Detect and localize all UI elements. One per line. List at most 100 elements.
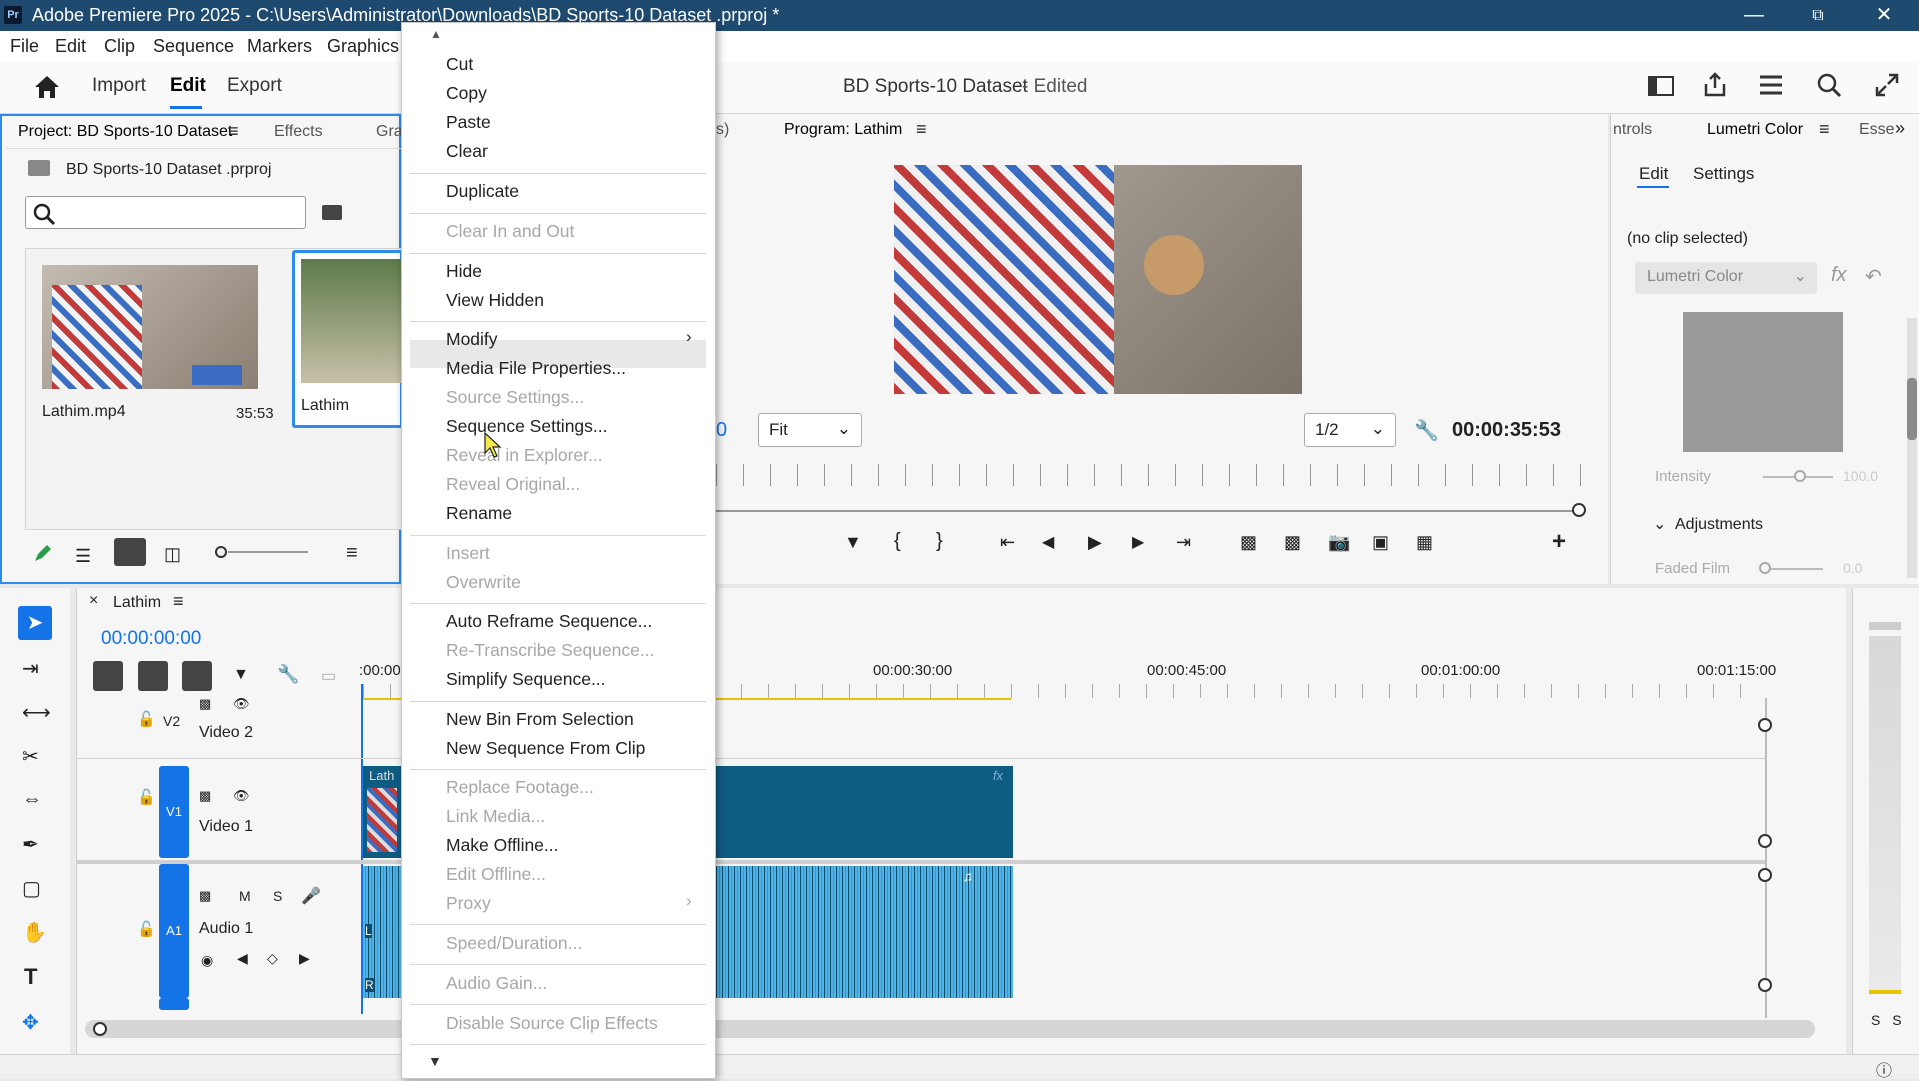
scroll-handle[interactable]: [1758, 834, 1772, 848]
tab-lumetri-color[interactable]: Lumetri Color: [1707, 121, 1803, 139]
menu-item-modify[interactable]: Modify: [446, 329, 498, 350]
menu-item-copy[interactable]: Copy: [446, 83, 487, 104]
close-sequence-icon[interactable]: ×: [89, 592, 98, 610]
razor-tool-icon[interactable]: ✂: [22, 744, 39, 769]
menu-item-sequence-settings[interactable]: Sequence Settings...: [446, 416, 608, 437]
mute-button[interactable]: M: [239, 888, 251, 904]
program-video-frame[interactable]: [894, 165, 1302, 394]
freeform-view-icon[interactable]: ◫: [164, 544, 181, 565]
snap-icon[interactable]: [138, 661, 168, 691]
lift-icon[interactable]: ▩: [1240, 532, 1257, 553]
previous-keyframe-icon[interactable]: ◀: [237, 950, 248, 967]
settings-wrench-icon[interactable]: 🔧: [1414, 418, 1439, 443]
menu-item-edit-offline[interactable]: Edit Offline...: [446, 864, 546, 885]
comparison-view-icon[interactable]: ▣: [1372, 532, 1389, 553]
button-editor-icon[interactable]: +: [1552, 528, 1566, 556]
menu-item-simplify-sequence[interactable]: Simplify Sequence...: [446, 669, 606, 690]
adjustments-section[interactable]: Adjustments: [1675, 516, 1763, 534]
fullscreen-icon[interactable]: [1874, 72, 1900, 98]
go-to-out-icon[interactable]: ⇥: [1176, 532, 1191, 553]
new-bin-icon[interactable]: [322, 205, 342, 220]
fit-dropdown[interactable]: Fit ⌄: [758, 413, 862, 447]
tab-graphics[interactable]: Gra: [376, 123, 403, 141]
slip-tool-icon[interactable]: ⇔: [22, 788, 42, 811]
menu-item-make-offline[interactable]: Make Offline...: [446, 835, 559, 856]
icon-view-icon[interactable]: [114, 538, 146, 566]
selection-tool-icon[interactable]: ➤: [18, 606, 52, 640]
menu-item-clear-in-out[interactable]: Clear In and Out: [446, 221, 574, 242]
menu-graphics[interactable]: Graphics: [327, 36, 399, 57]
menu-item-hide[interactable]: Hide: [446, 261, 482, 282]
zoom-bar[interactable]: [716, 510, 1584, 512]
lumetri-effect-dropdown[interactable]: Lumetri Color ⌄: [1635, 262, 1817, 294]
menu-markers[interactable]: Markers: [247, 36, 312, 57]
home-icon[interactable]: [33, 74, 61, 100]
menu-item-clear[interactable]: Clear: [446, 141, 488, 162]
extract-icon[interactable]: ▩: [1284, 532, 1301, 553]
scrollbar-thumb[interactable]: [1907, 378, 1917, 440]
track-select-tool-icon[interactable]: ⇥: [22, 656, 39, 681]
menu-item-view-hidden[interactable]: View Hidden: [446, 290, 544, 311]
menu-item-duplicate[interactable]: Duplicate: [446, 181, 519, 202]
scroll-up-icon[interactable]: ▲: [430, 27, 442, 41]
tab-export[interactable]: Export: [227, 75, 282, 97]
chevron-down-icon[interactable]: ⌄: [1653, 514, 1666, 534]
search-help-icon[interactable]: [1816, 72, 1842, 98]
track-target-a1[interactable]: A1: [159, 864, 189, 998]
rectangle-tool-icon[interactable]: ▢: [22, 876, 41, 901]
menu-item-insert[interactable]: Insert: [446, 543, 490, 564]
sync-lock-icon[interactable]: ▩: [199, 696, 211, 712]
menu-item-proxy[interactable]: Proxy: [446, 893, 491, 914]
lock-icon[interactable]: 🔓: [137, 920, 156, 938]
step-back-icon[interactable]: ◀: [1042, 532, 1054, 552]
source-tab-fragment[interactable]: s): [716, 121, 729, 139]
menu-item-audio-gain[interactable]: Audio Gain...: [446, 973, 547, 994]
menu-item-speed-duration[interactable]: Speed/Duration...: [446, 933, 582, 954]
generative-extend-tool-icon[interactable]: ✥: [22, 1010, 39, 1035]
scrollbar-handle[interactable]: [93, 1022, 107, 1036]
lock-icon[interactable]: 🔓: [137, 788, 156, 806]
menu-item-reveal-in-explorer[interactable]: Reveal in Explorer...: [446, 445, 603, 466]
menu-item-disable-source-clip-effects[interactable]: Disable Source Clip Effects: [446, 1013, 658, 1034]
track-target-v1[interactable]: V1: [159, 766, 189, 858]
solo-buttons[interactable]: S S: [1871, 1012, 1906, 1028]
menu-sequence[interactable]: Sequence: [153, 36, 234, 57]
sequence-item-lathim[interactable]: Lathim: [292, 250, 403, 428]
export-frame-icon[interactable]: 📷: [1328, 532, 1350, 553]
scrollbar[interactable]: [1907, 318, 1917, 578]
lumetri-menu-icon[interactable]: ≡: [1819, 119, 1830, 140]
tab-edit[interactable]: Edit: [170, 75, 206, 97]
share-icon[interactable]: [1702, 72, 1728, 98]
play-icon[interactable]: ▶: [1088, 532, 1102, 553]
clip-thumbnail-lathim-mp4[interactable]: [42, 265, 258, 389]
panel-layout-icon[interactable]: [1648, 76, 1674, 96]
info-icon[interactable]: ⓘ: [1876, 1057, 1892, 1081]
add-marker-icon[interactable]: ▼: [844, 532, 862, 553]
type-tool-icon[interactable]: T: [24, 964, 37, 990]
program-menu-icon[interactable]: ≡: [916, 119, 927, 140]
eye-icon[interactable]: 👁: [233, 788, 250, 804]
lock-icon[interactable]: 🔓: [137, 710, 156, 728]
timeline-settings-icon[interactable]: 🔧: [277, 664, 299, 685]
captions-icon[interactable]: ▭: [321, 666, 336, 686]
pen-tool-icon[interactable]: ✒: [22, 832, 39, 857]
proxy-toggle-icon[interactable]: ▦: [1416, 532, 1433, 553]
zoom-slider[interactable]: [228, 551, 308, 553]
eye-icon[interactable]: 👁: [233, 696, 250, 712]
faded-film-slider[interactable]: [1763, 568, 1823, 570]
sort-icon[interactable]: ≡: [346, 542, 358, 565]
track-height-scrollbar[interactable]: [1765, 698, 1767, 1018]
scroll-handle[interactable]: [1758, 868, 1772, 882]
ripple-edit-tool-icon[interactable]: ⟷: [22, 700, 51, 725]
menu-item-re-transcribe[interactable]: Re-Transcribe Sequence...: [446, 640, 654, 661]
tab-import[interactable]: Import: [92, 75, 146, 97]
scroll-handle[interactable]: [1758, 978, 1772, 992]
go-to-in-icon[interactable]: ⇤: [1000, 532, 1015, 553]
menu-item-new-sequence-from-clip[interactable]: New Sequence From Clip: [446, 738, 645, 759]
menu-item-source-settings[interactable]: Source Settings...: [446, 387, 584, 408]
solo-button[interactable]: S: [273, 888, 282, 904]
workspaces-icon[interactable]: [1758, 74, 1784, 96]
menu-item-link-media[interactable]: Link Media...: [446, 806, 545, 827]
pencil-icon[interactable]: [32, 542, 54, 564]
intensity-slider-handle[interactable]: [1794, 470, 1806, 482]
